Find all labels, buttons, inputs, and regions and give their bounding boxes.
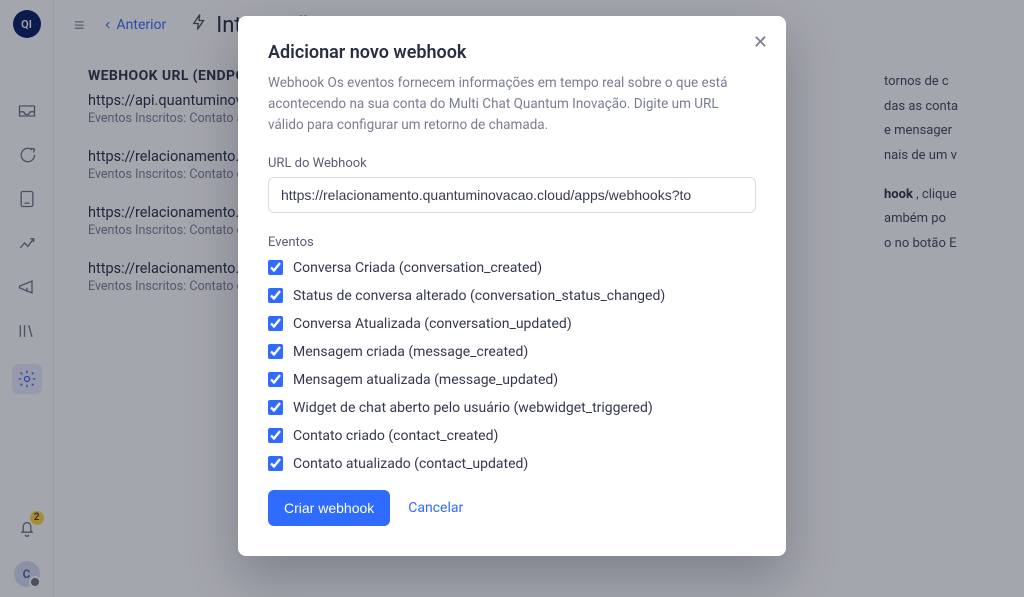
event-label: Contato atualizado (contact_updated) bbox=[293, 456, 528, 472]
events-label: Eventos bbox=[268, 235, 756, 250]
webhook-url-label: URL do Webhook bbox=[268, 156, 756, 171]
event-option[interactable]: Mensagem criada (message_created) bbox=[268, 344, 756, 360]
add-webhook-modal: ✕ Adicionar novo webhook Webhook Os even… bbox=[238, 16, 786, 556]
event-option[interactable]: Contato criado (contact_created) bbox=[268, 428, 756, 444]
event-label: Status de conversa alterado (conversatio… bbox=[293, 288, 665, 304]
event-checkbox[interactable] bbox=[268, 456, 283, 471]
event-label: Conversa Criada (conversation_created) bbox=[293, 260, 542, 276]
close-icon[interactable]: ✕ bbox=[753, 32, 768, 53]
event-option[interactable]: Status de conversa alterado (conversatio… bbox=[268, 288, 756, 304]
event-label: Mensagem criada (message_created) bbox=[293, 344, 528, 360]
event-label: Conversa Atualizada (conversation_update… bbox=[293, 316, 572, 332]
event-checkbox[interactable] bbox=[268, 400, 283, 415]
event-checkbox[interactable] bbox=[268, 372, 283, 387]
event-checkbox[interactable] bbox=[268, 316, 283, 331]
modal-title: Adicionar novo webhook bbox=[268, 42, 756, 63]
event-option[interactable]: Widget de chat aberto pelo usuário (webw… bbox=[268, 400, 756, 416]
webhook-url-input[interactable] bbox=[268, 177, 756, 213]
event-label: Contato criado (contact_created) bbox=[293, 428, 498, 444]
event-checkbox[interactable] bbox=[268, 428, 283, 443]
event-option[interactable]: Conversa Atualizada (conversation_update… bbox=[268, 316, 756, 332]
create-webhook-button[interactable]: Criar webhook bbox=[268, 490, 390, 526]
modal-overlay[interactable]: ✕ Adicionar novo webhook Webhook Os even… bbox=[0, 0, 1024, 597]
event-checkbox[interactable] bbox=[268, 288, 283, 303]
event-checkbox[interactable] bbox=[268, 260, 283, 275]
event-option[interactable]: Conversa Criada (conversation_created) bbox=[268, 260, 756, 276]
event-option[interactable]: Mensagem atualizada (message_updated) bbox=[268, 372, 756, 388]
event-label: Mensagem atualizada (message_updated) bbox=[293, 372, 558, 388]
modal-description: Webhook Os eventos fornecem informações … bbox=[268, 73, 756, 136]
event-option[interactable]: Contato atualizado (contact_updated) bbox=[268, 456, 756, 472]
event-checkbox[interactable] bbox=[268, 344, 283, 359]
event-label: Widget de chat aberto pelo usuário (webw… bbox=[293, 400, 653, 416]
cancel-button[interactable]: Cancelar bbox=[408, 500, 463, 516]
